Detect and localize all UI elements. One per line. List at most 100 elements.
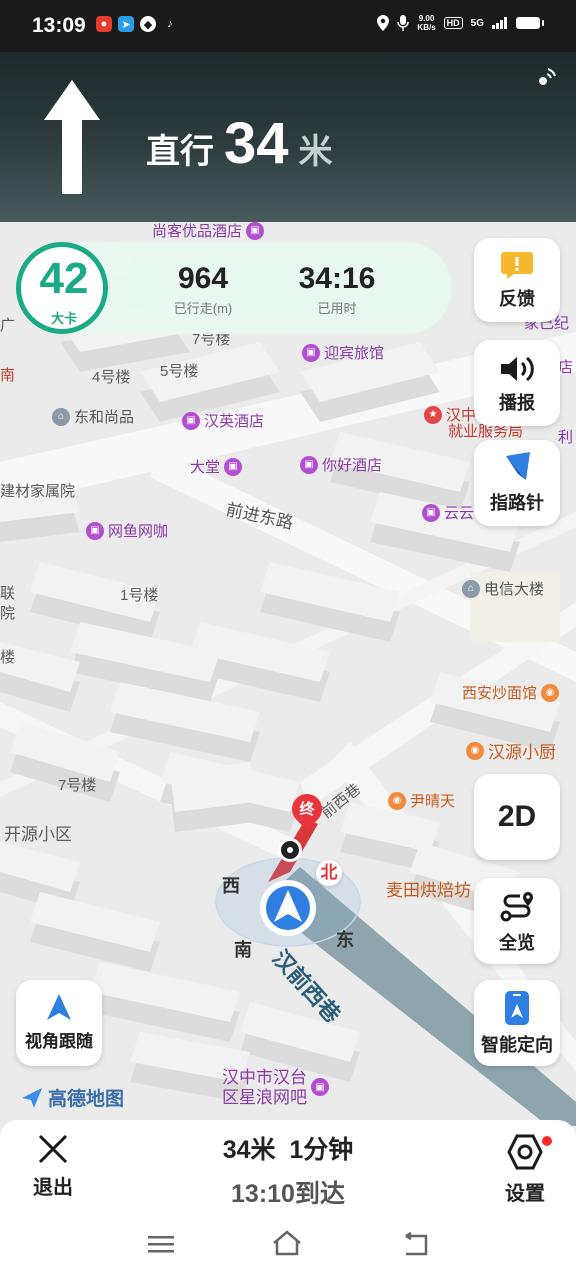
compass-west: 西 [222,876,240,896]
poi-hanying[interactable]: ▣ 汉英酒店 [182,410,264,431]
label-jiancai: 建材家属院 [0,483,76,500]
view-mode-button[interactable]: 2D [474,774,560,860]
microphone-icon [397,15,410,31]
menu-icon[interactable] [148,1234,174,1254]
label-nan: 南 [0,367,16,384]
label-kaiyuan: 开源小区 [4,825,72,844]
speaker-icon [501,356,534,382]
follow-view-button[interactable]: 视角跟随 [16,980,102,1066]
traveled-value: 964 [177,262,229,295]
amap-logo-icon [22,1087,42,1108]
label-yuan: 院 [0,605,16,622]
pointer-icon [506,452,530,480]
straight-arrow-icon [44,80,100,194]
arrival-time: 13:10到达 [231,1180,345,1208]
smart-locate-button[interactable]: 智能定向 [474,980,560,1066]
poi-nihao-label: 你好酒店 [322,457,383,474]
feedback-button[interactable]: 反馈 [474,238,560,322]
network-speed-value: 9.00 [418,14,435,23]
label-maitian: 麦田烘焙坊 [386,881,471,900]
overview-button[interactable]: 全览 [474,878,560,964]
speedometer: 42 大卡 [16,242,114,334]
label-lian: 联 [0,585,16,602]
building-icon: ⌂ [52,407,70,426]
compass-north: 北 [316,860,342,886]
poi-yunyun[interactable]: ▣ 云云 [422,502,474,523]
poi-donghe[interactable]: ⌂ 东和尚品 [52,406,134,427]
elapsed-label: 已用时 [317,301,357,316]
poi-shangke-label: 尚客优品酒店 [152,223,243,240]
follow-view-label: 视角跟随 [25,1032,93,1051]
compass-label: 指路针 [490,493,544,513]
poi-hanyuan[interactable]: ◉ 汉源小厨 [466,738,556,763]
network-speed: 9.00 KB/s [417,14,435,32]
poi-yinqing[interactable]: ◉ 尹晴天 [388,790,455,811]
trip-stats-panel: 42 大卡 964 已行走(m) 34:16 已用时 [16,242,452,334]
restaurant-icon: ◉ [388,791,406,810]
restaurant-icon: ◉ [466,741,484,760]
poi-xinglang[interactable]: 汉中市汉台 区星浪网吧 ▣ [222,1068,329,1108]
route-overview-icon [500,892,533,922]
poi-dianxin[interactable]: ⌂ 电信大楼 [462,578,544,599]
system-nav-bar [0,1224,576,1264]
status-right: 9.00 KB/s HD 5G [377,14,544,32]
location-icon [377,15,390,31]
poi-hanyuan-label: 汉源小厨 [488,743,556,762]
tiktok-icon: ♪ [167,18,173,30]
eta-info: 34米 1分钟 13:10到达 [120,1130,456,1210]
poi-yingbin[interactable]: ▣ 迎宾旅馆 [302,342,384,363]
poi-shangke[interactable]: 尚客优品酒店 ▣ [152,222,265,241]
battery-icon [516,17,544,29]
status-time: 13:09 [32,14,86,37]
poi-hanying-label: 汉英酒店 [204,413,265,430]
hotel-icon: ▣ [300,455,318,474]
poi-wangyu[interactable]: ▣ 网鱼网咖 [86,520,168,541]
compass-south: 南 [234,940,252,960]
label-guang: 广 [0,317,16,334]
broadcast-button[interactable]: 播报 [474,340,560,426]
feedback-label: 反馈 [499,289,535,309]
telegram-icon: ➤ [118,16,134,32]
voice-wave-icon[interactable] [536,66,558,88]
home-icon[interactable] [272,1230,302,1256]
remaining-info: 34米 1分钟 [222,1136,354,1164]
poi-xinglang-line2: 区星浪网吧 [222,1088,307,1107]
guidance-panel: 直行 34 米 [0,52,576,222]
poi-yunyun-label: 云云 [444,505,475,522]
guidance-action: 直行 [146,133,214,171]
label-li: 利 [558,429,574,446]
shop-icon: ▣ [422,503,440,522]
view-mode-label: 2D [497,800,537,833]
poi-dianxin-label: 电信大楼 [484,581,545,598]
guidance-instruction: 直行 34 米 [146,110,333,177]
poi-nihao[interactable]: ▣ 你好酒店 [300,454,382,475]
label-building-7b: 7号楼 [58,777,97,794]
bottom-panel: 退出 34米 1分钟 13:10到达 设置 [0,1120,576,1280]
traveled-label: 已行走(m) [173,301,233,316]
label-building-4: 4号楼 [92,369,131,386]
internet-cafe-icon: ▣ [86,521,104,540]
phone-locate-icon [505,991,529,1025]
notification-icons: ● ➤ ◆ ♪ [96,16,178,32]
compass-button[interactable]: 指路针 [474,440,560,526]
signal-label: 5G [470,17,484,29]
hd-badge: HD [443,17,463,29]
navigation-arrow-icon [47,994,71,1020]
destination-label: 终 [299,801,315,818]
hotel-icon: ▣ [302,343,320,362]
poi-donghe-label: 东和尚品 [74,409,135,426]
elapsed-stat: 34:16 已用时 [282,262,392,317]
target-marker [278,838,302,862]
label-dian: 店 [558,359,574,376]
elapsed-value: 34:16 [298,262,376,295]
settings-button[interactable]: 设置 [496,1132,554,1206]
poi-xian-label: 西安炒面馆 [462,685,538,702]
poi-xinglang-line1: 汉中市汉台 [222,1068,307,1087]
signal-icon [492,17,507,29]
guidance-unit: 米 [298,133,333,171]
poi-datang[interactable]: 大堂 ▣ [190,456,243,477]
back-icon[interactable] [402,1232,430,1256]
exit-button[interactable]: 退出 [26,1132,80,1200]
poi-xian-chaomian[interactable]: 西安炒面馆 ◉ [462,682,560,703]
label-lou: 楼 [0,649,16,666]
